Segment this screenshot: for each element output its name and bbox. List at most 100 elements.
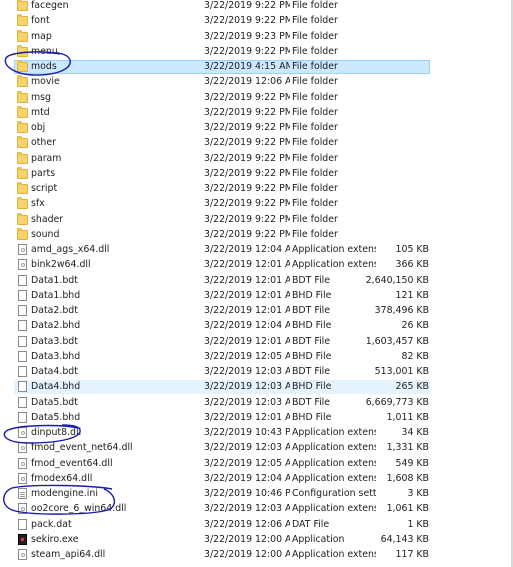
file-name: obj: [31, 122, 46, 133]
file-row-modengine-ini[interactable]: modengine.ini 3/22/2019 10:46 PM Configura…: [0, 487, 513, 502]
file-row-sound[interactable]: sound 3/22/2019 9:22 PM File folder: [0, 227, 513, 243]
file-date-modified: 3/22/2019 9:22 PM: [204, 152, 290, 164]
file-date-modified: 3/22/2019 9:22 PM: [204, 15, 290, 27]
file-size: 265 KB: [395, 381, 429, 393]
file-row-parts[interactable]: parts 3/22/2019 9:22 PM File folder: [0, 166, 513, 182]
file-row-fmodex64-dll[interactable]: fmodex64.dll3/22/2019 12:04 AMApplicatio…: [0, 472, 513, 487]
file-size: 513,001 KB: [374, 366, 429, 377]
file-row-font[interactable]: font 3/22/2019 9:22 PM File folder: [0, 14, 513, 29]
file-row-menu[interactable]: menu 3/22/2019 9:22 PM File folder: [0, 44, 513, 60]
file-size: [360, 197, 429, 212]
file-row-fmod-event-net64-dll[interactable]: fmod_event_net64.dll3/22/2019 12:03 AMAp…: [0, 441, 513, 456]
file-icon: [18, 381, 27, 393]
file-row-data5-bdt[interactable]: Data5.bdt3/22/2019 12:03 AMBDT File6,669…: [0, 396, 513, 411]
file-size: [360, 167, 429, 182]
file-row-script[interactable]: script 3/22/2019 9:22 PM File folder: [0, 182, 513, 197]
file-icon: [18, 289, 27, 301]
folder-icon: [17, 166, 28, 179]
file-date-modified: 3/22/2019 12:03 AM: [204, 366, 290, 377]
file-size: [360, 152, 429, 167]
file-row-data1-bhd[interactable]: Data1.bhd3/22/2019 12:01 AMBHD File121 K…: [0, 289, 513, 304]
file-row-amd-ags-x64-dll[interactable]: amd_ags_x64.dll3/22/2019 12:04 AMApplica…: [0, 243, 513, 258]
file-name: Data2.bdt: [31, 305, 78, 316]
file-row-sekiro-exe[interactable]: sekiro.exe3/22/2019 12:00 AMApplication6…: [0, 533, 513, 548]
file-name: Data5.bdt: [31, 396, 78, 408]
file-icon: [18, 335, 27, 347]
dll-file-icon: [18, 472, 27, 484]
file-name: movie: [31, 76, 60, 88]
file-row-other[interactable]: other 3/22/2019 9:22 PM File folder: [0, 136, 513, 151]
file-row-dinput8-dll[interactable]: dinput8.dll 3/22/2019 10:43 PM Application…: [0, 426, 513, 441]
file-row-oo2core-6-win64-dll[interactable]: oo2core_6_win64.dll3/22/2019 12:03 AMApp…: [0, 502, 513, 517]
exe-icon: [18, 533, 27, 545]
file-list: facegen 3/22/2019 9:22 PM File folder font 3…: [0, 0, 513, 567]
file-row-data2-bdt[interactable]: Data2.bdt3/22/2019 12:01 AMBDT File378,4…: [0, 304, 513, 319]
file-date-modified: 3/22/2019 12:03 AM: [204, 442, 290, 454]
file-size: 1,011 KB: [386, 411, 429, 423]
file-icon: [18, 305, 27, 316]
file-row-data1-bdt[interactable]: Data1.bdt3/22/2019 12:01 AMBDT File2,640…: [0, 274, 513, 289]
file-size: [360, 182, 429, 197]
file-row-data4-bdt[interactable]: Data4.bdt3/22/2019 12:03 AMBDT File513,0…: [0, 365, 513, 380]
file-name: sekiro.exe: [31, 533, 79, 545]
file-row-data2-bhd[interactable]: Data2.bhd3/22/2019 12:04 AMBHD File26 KB: [0, 319, 513, 334]
file-date-modified: 3/22/2019 12:04 AM: [204, 320, 290, 332]
file-date-modified: 3/22/2019 4:15 AM: [204, 61, 290, 72]
file-row-mtd[interactable]: mtd 3/22/2019 9:22 PM File folder: [0, 105, 513, 121]
file-row-pack-dat[interactable]: pack.dat3/22/2019 12:06 AMDAT File1 KB: [0, 518, 513, 533]
file-name: bink2w64.dll: [31, 259, 91, 271]
file-icon: [18, 274, 27, 286]
file-name: oo2core_6_win64.dll: [31, 503, 127, 515]
file-row-data5-bhd[interactable]: Data5.bhd3/22/2019 12:01 AMBHD File1,011…: [0, 411, 513, 426]
file-name: Data1.bdt: [31, 274, 78, 286]
file-name: facegen: [31, 0, 69, 11]
file-row-map[interactable]: map 3/22/2019 9:23 PM File folder: [0, 29, 513, 45]
file-date-modified: 3/22/2019 9:22 PM: [204, 0, 290, 11]
file-size: 1,331 KB: [386, 442, 429, 454]
file-row-steam-api64-dll[interactable]: steam_api64.dll3/22/2019 12:00 AMApplica…: [0, 548, 513, 563]
file-name: fmod_event64.dll: [31, 457, 113, 469]
file-name: dinput8.dll: [31, 427, 82, 438]
folder-icon: [17, 14, 28, 27]
file-icon: [18, 396, 27, 408]
folder-icon: [17, 212, 28, 225]
file-date-modified: 3/22/2019 9:22 PM: [204, 228, 290, 240]
file-icon: [18, 350, 27, 362]
file-row-msg[interactable]: msg 3/22/2019 9:22 PM File folder: [0, 90, 513, 106]
folder-icon: [17, 227, 28, 240]
dll-file-icon: [18, 549, 27, 560]
file-name: Data4.bdt: [31, 366, 78, 377]
folder-icon: [17, 44, 28, 57]
file-date-modified: 3/22/2019 9:22 PM: [204, 122, 290, 133]
file-row-movie[interactable]: movie3/22/2019 12:06 AMFile folder: [0, 75, 513, 90]
file-date-modified: 3/22/2019 10:46 PM: [204, 488, 290, 499]
file-date-modified: 3/22/2019 12:01 AM: [204, 335, 290, 347]
file-size: 34 KB: [401, 427, 430, 438]
file-size: [360, 91, 429, 106]
file-row-data3-bdt[interactable]: Data3.bdt3/22/2019 12:01 AMBDT File1,603…: [0, 335, 513, 350]
file-size: 82 KB: [401, 350, 430, 362]
folder-icon: [17, 151, 28, 164]
file-size: [360, 14, 429, 29]
file-name: other: [31, 137, 56, 149]
file-row-data3-bhd[interactable]: Data3.bhd3/22/2019 12:05 AMBHD File82 KB: [0, 350, 513, 365]
file-date-modified: 3/22/2019 10:43 PM: [204, 427, 290, 438]
file-row-shader[interactable]: shader 3/22/2019 9:22 PM File folder: [0, 212, 513, 228]
file-row-fmod-event64-dll[interactable]: fmod_event64.dll3/22/2019 12:05 AMApplic…: [0, 457, 513, 472]
file-row-data4-bhd[interactable]: Data4.bhd3/22/2019 12:03 AMBHD File265 K…: [0, 380, 513, 395]
file-date-modified: 3/22/2019 12:06 AM: [204, 518, 290, 530]
file-date-modified: 3/22/2019 12:01 AM: [204, 274, 290, 286]
file-row-mods[interactable]: mods 3/22/2019 4:15 AM File folder: [0, 60, 513, 75]
file-row-facegen[interactable]: facegen 3/22/2019 9:22 PM File folder: [0, 0, 513, 14]
file-date-modified: 3/22/2019 12:01 AM: [204, 411, 290, 423]
file-date-modified: 3/22/2019 12:03 AM: [204, 381, 290, 393]
file-name: Data5.bhd: [31, 411, 81, 423]
file-date-modified: 3/22/2019 9:22 PM: [204, 198, 290, 210]
file-row-obj[interactable]: obj 3/22/2019 9:22 PM File folder: [0, 121, 513, 136]
file-row-bink2w64-dll[interactable]: bink2w64.dll3/22/2019 12:01 AMApplicatio…: [0, 258, 513, 273]
file-row-param[interactable]: param 3/22/2019 9:22 PM File folder: [0, 151, 513, 167]
file-name: Data1.bhd: [31, 289, 81, 301]
file-size: 1,603,457 KB: [365, 335, 429, 347]
file-size: [360, 136, 429, 151]
file-row-sfx[interactable]: sfx 3/22/2019 9:22 PM File folder: [0, 197, 513, 212]
